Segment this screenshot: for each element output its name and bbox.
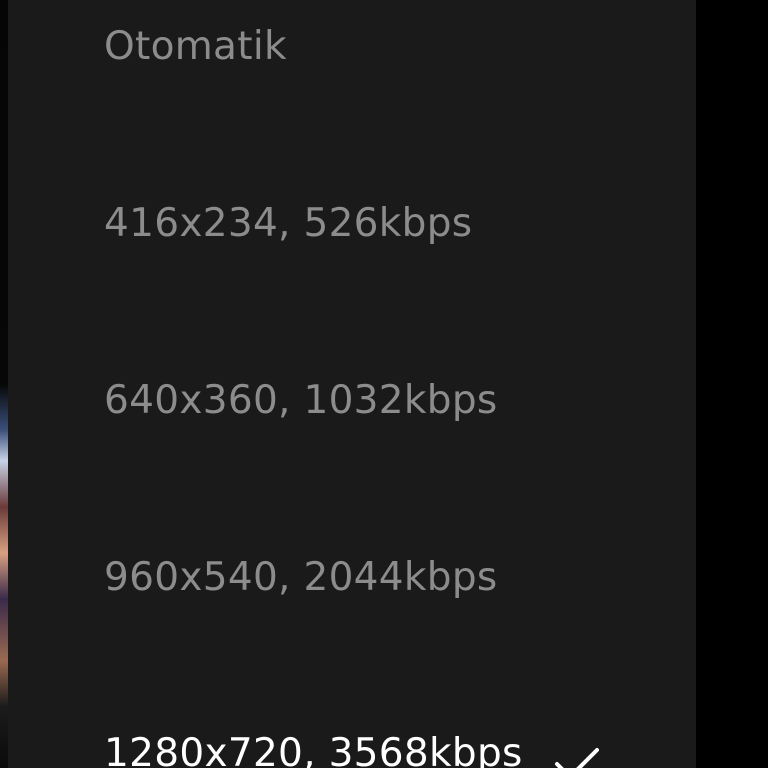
quality-option-960x540[interactable]: 960x540, 2044kbps [104,537,696,617]
quality-option-label: Otomatik [104,23,287,69]
video-frame-edge [0,0,8,768]
quality-option-label: 640x360, 1032kbps [104,377,498,423]
quality-option-label: 1280x720, 3568kbps [104,730,523,768]
quality-option-1280x720[interactable]: 1280x720, 3568kbps [104,713,696,768]
quality-option-label: 416x234, 526kbps [104,200,473,246]
quality-option-auto[interactable]: Otomatik [104,6,696,86]
quality-option-640x360[interactable]: 640x360, 1032kbps [104,360,696,440]
video-player-viewport: Otomatik 416x234, 526kbps 640x360, 1032k… [0,0,768,768]
quality-option-label: 960x540, 2044kbps [104,554,498,600]
checkmark-icon [555,748,599,768]
quality-option-416x234[interactable]: 416x234, 526kbps [104,183,696,263]
quality-menu: Otomatik 416x234, 526kbps 640x360, 1032k… [8,0,696,768]
